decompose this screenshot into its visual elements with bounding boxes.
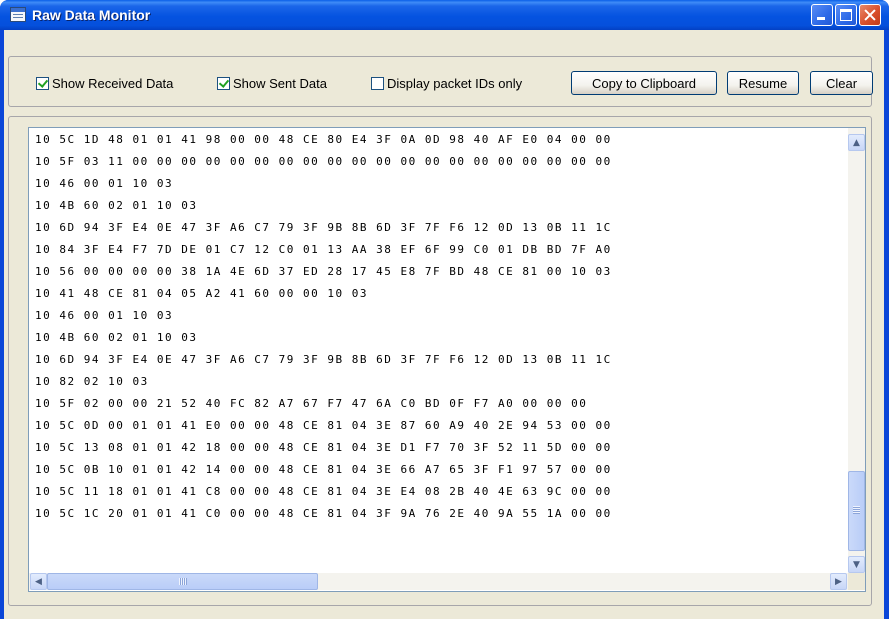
raw-data-view[interactable]: 10 5C 1D 48 01 01 41 98 00 00 48 CE 80 E…: [28, 127, 866, 592]
data-line: 10 4B 60 02 01 10 03: [35, 331, 198, 344]
data-line: 10 82 02 10 03: [35, 375, 149, 388]
scroll-right-button[interactable]: ▶: [830, 573, 847, 590]
maximize-button[interactable]: [835, 4, 857, 26]
data-line: 10 41 48 CE 81 04 05 A2 41 60 00 00 10 0…: [35, 287, 369, 300]
title-bar[interactable]: Raw Data Monitor: [0, 0, 889, 30]
scroll-left-icon: ◀: [35, 576, 42, 587]
packet-ids-only-checkbox[interactable]: Display packet IDs only: [371, 74, 522, 92]
scroll-grip-icon: [853, 506, 860, 514]
scroll-grip-icon: [179, 578, 187, 585]
maximize-icon: [840, 9, 852, 21]
checkbox-checked-icon: [36, 76, 49, 90]
scroll-up-button[interactable]: ▲: [848, 134, 865, 151]
data-line: 10 46 00 01 10 03: [35, 177, 174, 190]
packet-ids-only-label: Display packet IDs only: [387, 75, 523, 91]
show-received-data-label: Show Received Data: [52, 75, 174, 91]
data-line: 10 84 3F E4 F7 7D DE 01 C7 12 C0 01 13 A…: [35, 243, 612, 256]
raw-data-monitor-window: Raw Data Monitor Show Received Data Show…: [0, 0, 889, 619]
scroll-left-button[interactable]: ◀: [30, 573, 47, 590]
close-button[interactable]: [859, 4, 881, 26]
close-icon: [860, 5, 880, 25]
data-line: 10 5C 0B 10 01 01 42 14 00 00 48 CE 81 0…: [35, 463, 612, 476]
data-line: 10 46 00 01 10 03: [35, 309, 174, 322]
data-line: 10 5C 0D 00 01 01 41 E0 00 00 48 CE 81 0…: [35, 419, 612, 432]
minimize-button[interactable]: [811, 4, 833, 26]
data-line: 10 5F 02 00 00 21 52 40 FC 82 A7 67 F7 4…: [35, 397, 588, 410]
scroll-down-button[interactable]: ▼: [848, 556, 865, 573]
data-line: 10 6D 94 3F E4 0E 47 3F A6 C7 79 3F 9B 8…: [35, 353, 612, 366]
data-line: 10 4B 60 02 01 10 03: [35, 199, 198, 212]
window-app-icon: [10, 7, 26, 22]
scroll-right-icon: ▶: [835, 576, 842, 587]
resume-button[interactable]: Resume: [727, 71, 799, 95]
data-line: 10 5C 11 18 01 01 41 C8 00 00 48 CE 81 0…: [35, 485, 612, 498]
checkbox-checked-icon: [217, 76, 230, 90]
scroll-down-icon: ▼: [853, 559, 860, 570]
data-line: 10 5C 1D 48 01 01 41 98 00 00 48 CE 80 E…: [35, 133, 612, 146]
show-sent-data-label: Show Sent Data: [233, 75, 327, 91]
data-line: 10 6D 94 3F E4 0E 47 3F A6 C7 79 3F 9B 8…: [35, 221, 612, 234]
data-line: 10 5F 03 11 00 00 00 00 00 00 00 00 00 0…: [35, 155, 612, 168]
copy-to-clipboard-button[interactable]: Copy to Clipboard: [571, 71, 717, 95]
show-sent-data-checkbox[interactable]: Show Sent Data: [217, 74, 327, 92]
vertical-scroll-thumb[interactable]: [848, 471, 865, 551]
show-received-data-checkbox[interactable]: Show Received Data: [36, 74, 173, 92]
horizontal-scroll-thumb[interactable]: [47, 573, 318, 590]
scrollbar-corner: [848, 573, 865, 590]
checkbox-unchecked-icon: [371, 76, 384, 90]
data-line: 10 5C 1C 20 01 01 41 C0 00 00 48 CE 81 0…: [35, 507, 612, 520]
data-line: 10 5C 13 08 01 01 42 18 00 00 48 CE 81 0…: [35, 441, 612, 454]
window-title: Raw Data Monitor: [32, 7, 151, 23]
clear-button[interactable]: Clear: [810, 71, 873, 95]
minimize-icon: [817, 17, 825, 20]
data-line: 10 56 00 00 00 00 38 1A 4E 6D 37 ED 28 1…: [35, 265, 612, 278]
scroll-up-icon: ▲: [853, 137, 860, 148]
